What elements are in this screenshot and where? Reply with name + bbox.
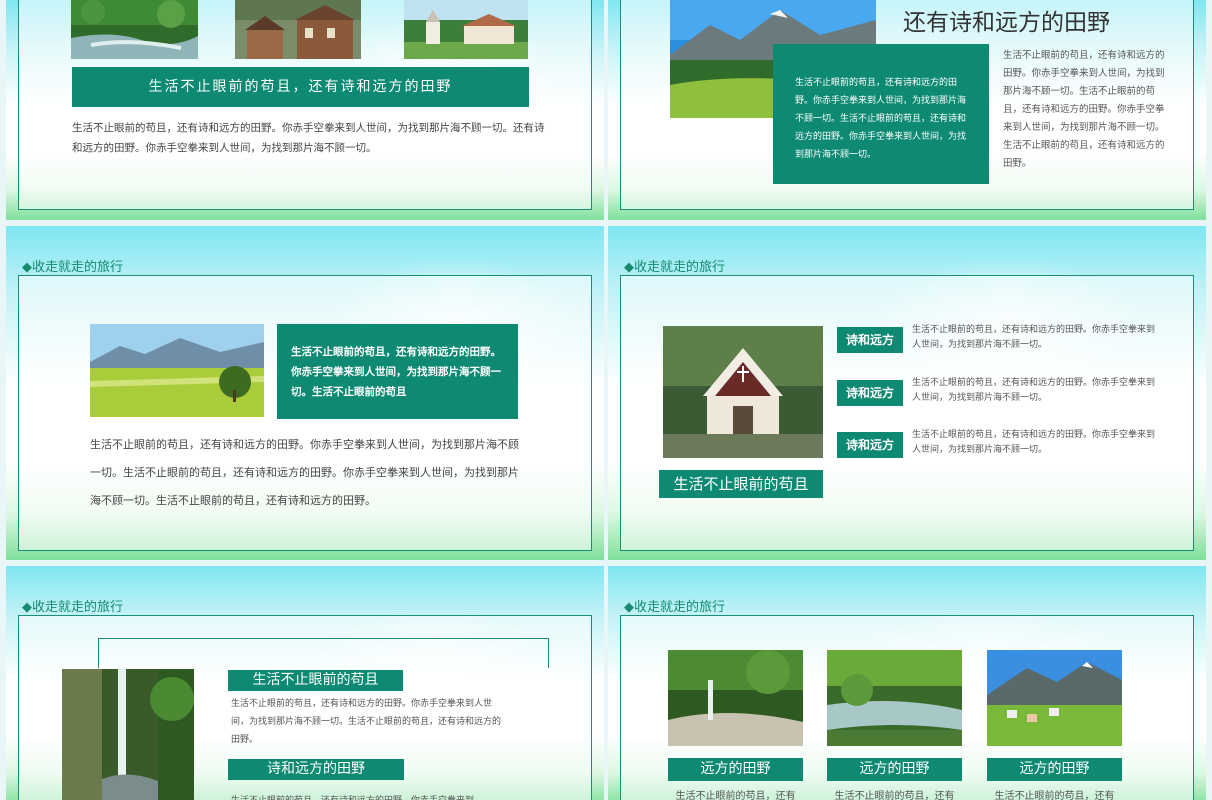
slide-3-body: 生活不止眼前的苟且，还有诗和远方的田野。你赤手空拳来到人世间，为找到那片海不顾一… [90, 438, 519, 507]
slide-1-banner-text: 生活不止眼前的苟且，还有诗和远方的田野 [148, 79, 453, 95]
photo-forest-chapel [663, 326, 823, 458]
slide-6-label-3: 远方的田野 [987, 758, 1122, 781]
slide-sheet: 生活不止眼前的苟且，还有诗和远方的田野 生活不止眼前的苟且，还有诗和远方的田野。… [0, 0, 1212, 800]
slide-2[interactable]: 还有诗和远方的田野 生活不止眼前的苟且，还有诗和远方的田野。你赤手空拳来到人世间… [608, 0, 1206, 220]
slide-5-connector-line [98, 638, 549, 668]
slide-5[interactable]: ◆收走就走的旅行 生活不止眼前的苟且 生活不止眼前的苟且，还有诗和远方的田野。你… [6, 566, 604, 800]
slide-4-caption: 生活不止眼前的苟且 [659, 470, 823, 498]
photo-alpine-town [987, 650, 1122, 746]
slide-6-text-2: 生活不止眼前的苟且，还有 [834, 791, 955, 800]
slide-6[interactable]: ◆收走就走的旅行 远方的田野 远方的田野 远方的田野 生活不止眼前的苟且，还有 … [608, 566, 1206, 800]
slide-4-label-3: 诗和远方 [837, 432, 903, 458]
slide-6-label-1: 远方的田野 [668, 758, 803, 781]
slide-3-text-box: 生活不止眼前的苟且，还有诗和远方的田野。你赤手空拳来到人世间，为找到那片海不顾一… [277, 324, 518, 419]
slide-5-text-2: 生活不止眼前的苟且，还有诗和远方的田野。你赤手空拳来到 [231, 792, 509, 800]
photo-jungle-creek [668, 650, 803, 746]
slide-4-text-3: 生活不止眼前的苟且，还有诗和远方的田野。你赤手空拳来到人世间，为找到那片海不顾一… [912, 430, 1156, 455]
slide-4-text-1: 生活不止眼前的苟且，还有诗和远方的田野。你赤手空拳来到人世间，为找到那片海不顾一… [912, 325, 1156, 350]
slide-5-header: ◆收走就走的旅行 [22, 600, 123, 615]
photo-alpine-village [235, 0, 361, 59]
slide-6-header: ◆收走就走的旅行 [624, 600, 725, 615]
slide-1[interactable]: 生活不止眼前的苟且，还有诗和远方的田野 生活不止眼前的苟且，还有诗和远方的田野。… [6, 0, 604, 220]
photo-mossy-stream [827, 650, 962, 746]
slide-2-text-box: 生活不止眼前的苟且，还有诗和远方的田野。你赤手空拳来到人世间，为找到那片海不顾一… [773, 44, 989, 184]
slide-1-body: 生活不止眼前的苟且，还有诗和远方的田野。你赤手空拳来到人世间，为找到那片海不顾一… [72, 122, 545, 154]
slide-2-box-text: 生活不止眼前的苟且，还有诗和远方的田野。你赤手空拳来到人世间，为找到那片海不顾一… [795, 78, 967, 160]
slide-5-text-1: 生活不止眼前的苟且，还有诗和远方的田野。你赤手空拳来到人世间，为找到那片海不顾一… [231, 699, 502, 745]
slide-6-text-3: 生活不止眼前的苟且，还有 [994, 791, 1115, 800]
slide-4-label-1: 诗和远方 [837, 327, 903, 353]
photo-forest-stream [71, 0, 198, 59]
slide-6-text-1: 生活不止眼前的苟且，还有 [675, 791, 796, 800]
photo-green-valley [90, 324, 264, 417]
slide-1-banner: 生活不止眼前的苟且，还有诗和远方的田野 [72, 67, 529, 107]
slide-6-label-2: 远方的田野 [827, 758, 962, 781]
slide-4[interactable]: ◆收走就走的旅行 生活不止眼前的苟且 诗和远方 生活不止眼前的苟且，还有诗和远方… [608, 226, 1206, 560]
slide-3-header: ◆收走就走的旅行 [22, 260, 123, 275]
slide-4-label-2: 诗和远方 [837, 380, 903, 406]
slide-4-text-2: 生活不止眼前的苟且，还有诗和远方的田野。你赤手空拳来到人世间，为找到那片海不顾一… [912, 378, 1156, 403]
slide-4-header: ◆收走就走的旅行 [624, 260, 725, 275]
slide-5-label-2: 诗和远方的田野 [228, 759, 404, 780]
photo-country-church [404, 0, 528, 59]
slide-2-title: 还有诗和远方的田野 [903, 10, 1110, 36]
slide-3[interactable]: ◆收走就走的旅行 生活不止眼前的苟且，还有诗和远方的田野。你赤手空拳来到人世间，… [6, 226, 604, 560]
photo-waterfall [62, 669, 194, 800]
slide-3-box-text: 生活不止眼前的苟且，还有诗和远方的田野。你赤手空拳来到人世间，为找到那片海不顾一… [291, 346, 501, 398]
slide-2-side-text: 生活不止眼前的苟且，还有诗和远方的田野。你赤手空拳来到人世间，为找到那片海不顾一… [1003, 50, 1165, 169]
slide-5-label-1: 生活不止眼前的苟且 [228, 670, 403, 691]
